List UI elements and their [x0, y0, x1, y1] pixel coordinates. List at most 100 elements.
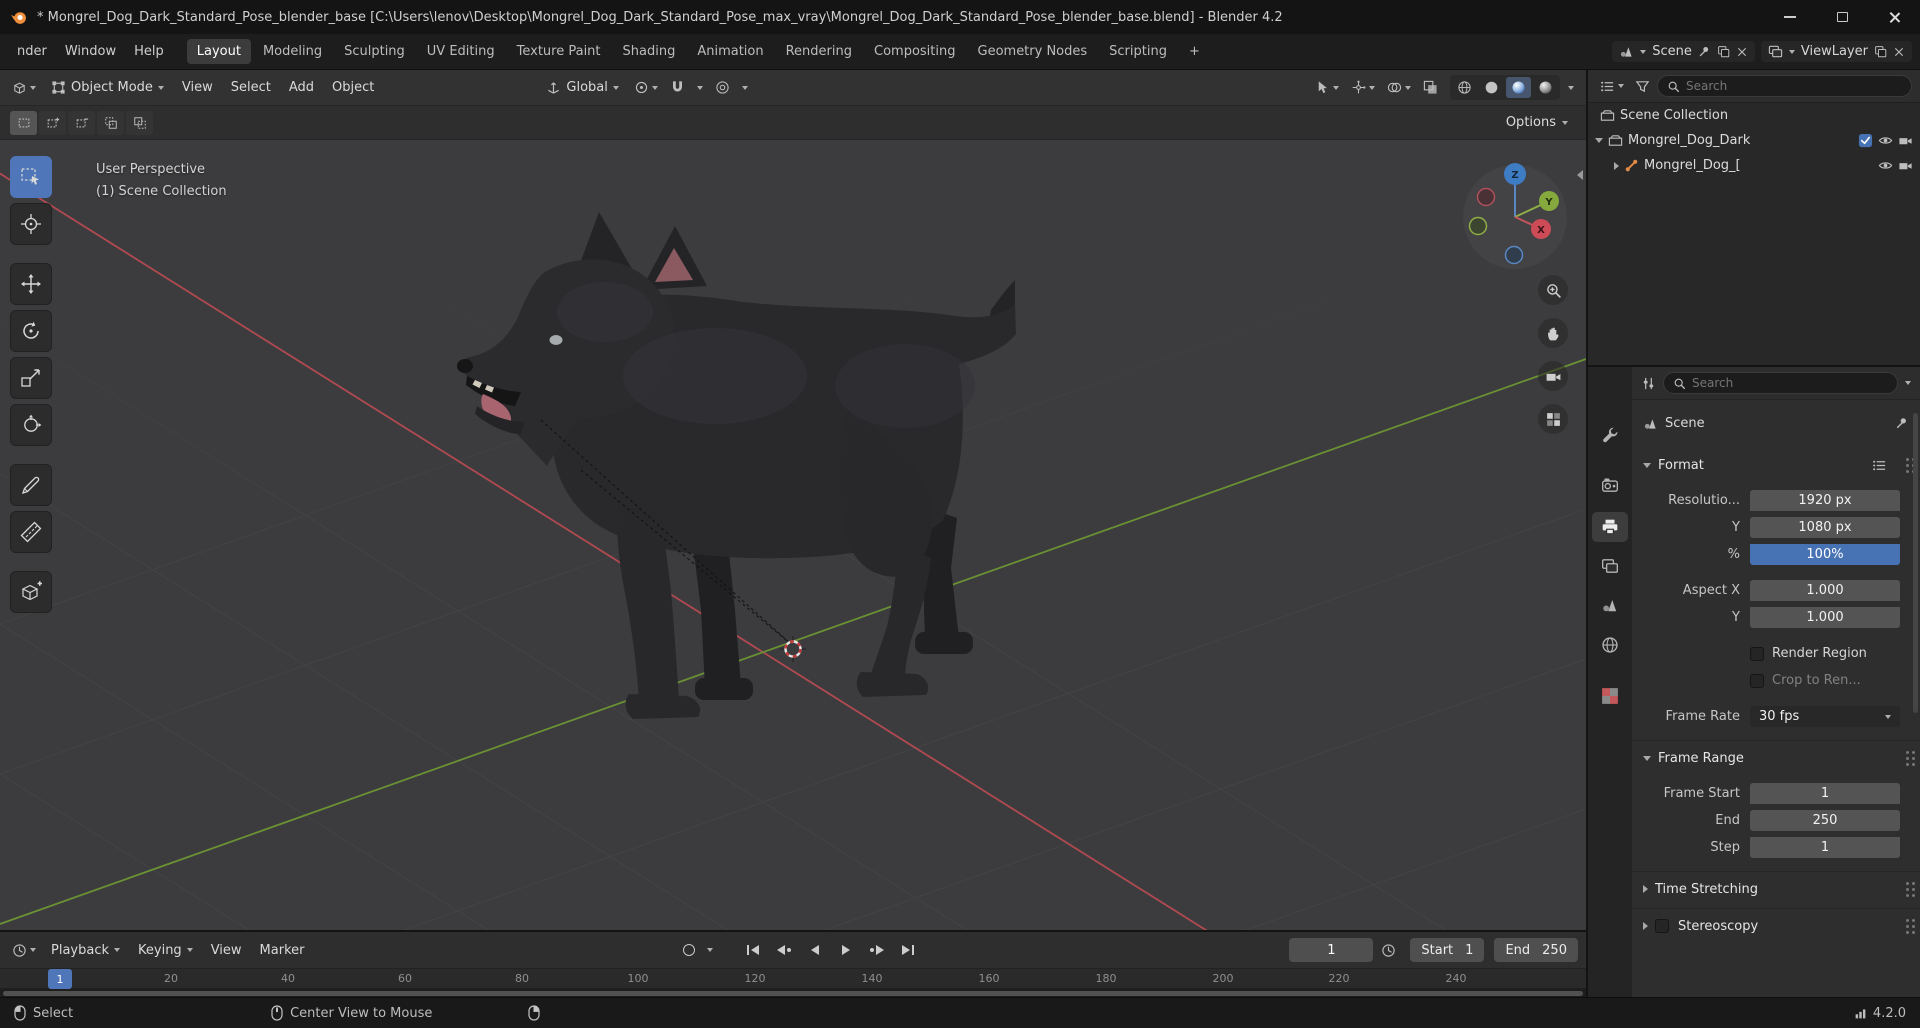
tab-output-properties[interactable]	[1592, 512, 1628, 542]
shading-rendered-button[interactable]	[1533, 77, 1558, 98]
tab-texture-properties[interactable]	[1592, 681, 1628, 711]
dog-model-3d[interactable]	[453, 208, 1016, 735]
aspect-y-field[interactable]: 1.000	[1750, 607, 1900, 628]
viewlayer-selector[interactable]: ViewLayer	[1760, 41, 1912, 62]
properties-scrollbar[interactable]	[1913, 413, 1918, 713]
timeline-editor-type-button[interactable]	[8, 939, 40, 962]
minimize-button[interactable]	[1764, 0, 1816, 34]
tab-rendering[interactable]: Rendering	[776, 39, 862, 64]
play-button[interactable]	[832, 939, 859, 962]
maximize-button[interactable]	[1816, 0, 1868, 34]
camera-view-button[interactable]	[1538, 361, 1568, 391]
tab-tool-properties[interactable]	[1592, 420, 1628, 450]
tool-add-cube[interactable]	[10, 571, 52, 613]
tool-rotate[interactable]	[10, 310, 52, 352]
frame-start-field[interactable]: Start 1	[1410, 938, 1485, 962]
tool-box-select[interactable]	[10, 156, 52, 198]
resolution-pct-slider[interactable]: 100%	[1750, 544, 1900, 565]
outliner-row-collection[interactable]: Mongrel_Dog_Dark	[1588, 128, 1920, 153]
properties-search[interactable]	[1663, 372, 1898, 394]
presets-icon[interactable]	[1872, 458, 1887, 473]
crop-checkbox[interactable]	[1750, 673, 1764, 688]
navigation-gizmo[interactable]: Z Y X	[1460, 162, 1570, 272]
menu-object[interactable]: Object	[325, 76, 381, 99]
menu-view[interactable]: View	[175, 76, 220, 99]
tab-scene-properties[interactable]	[1592, 590, 1628, 620]
menu-view-timeline[interactable]: View	[204, 939, 249, 962]
object-visibility-dropdown[interactable]	[1311, 76, 1343, 99]
menu-select[interactable]: Select	[224, 76, 278, 99]
close-button[interactable]	[1868, 0, 1920, 34]
auto-keying-dropdown[interactable]	[703, 944, 717, 956]
chevron-down-icon[interactable]	[1905, 381, 1911, 385]
tab-modeling[interactable]: Modeling	[253, 39, 332, 64]
shading-settings-dropdown[interactable]	[1564, 82, 1578, 94]
tab-world-properties[interactable]	[1592, 630, 1628, 660]
outliner-search[interactable]	[1657, 75, 1912, 97]
tab-shading[interactable]: Shading	[613, 39, 686, 64]
proportional-editing-toggle[interactable]	[711, 76, 734, 99]
prev-keyframe-button[interactable]	[770, 939, 797, 962]
axis-neg-x-ball[interactable]	[1476, 187, 1496, 207]
tool-measure[interactable]	[10, 511, 52, 553]
transform-orientation-dropdown[interactable]: Global	[539, 76, 625, 99]
filter-icon[interactable]	[1635, 79, 1650, 94]
play-reverse-button[interactable]	[801, 939, 828, 962]
remove-viewlayer-icon[interactable]	[1893, 46, 1905, 58]
mode-dropdown[interactable]: Object Mode	[44, 76, 171, 99]
panel-grip-icon[interactable]	[1906, 887, 1909, 891]
pan-button[interactable]	[1538, 318, 1568, 348]
camera-render-icon[interactable]	[1898, 133, 1913, 148]
timeline-scrollbar[interactable]	[3, 991, 1583, 996]
sidebar-collapse-arrow-icon[interactable]	[1577, 170, 1583, 180]
stereoscopy-panel-header[interactable]: Stereoscopy	[1632, 913, 1920, 939]
select-invert-button[interactable]	[97, 110, 124, 135]
tool-scale[interactable]	[10, 357, 52, 399]
panel-grip-icon[interactable]	[1906, 924, 1909, 928]
pivot-point-dropdown[interactable]	[630, 76, 662, 99]
jump-to-start-button[interactable]	[739, 939, 766, 962]
resolution-x-field[interactable]: 1920 px	[1750, 490, 1900, 511]
pin-icon[interactable]	[1698, 45, 1711, 58]
axis-neg-y-ball[interactable]	[1468, 216, 1488, 236]
tool-transform[interactable]	[10, 404, 52, 446]
tab-geometry-nodes[interactable]: Geometry Nodes	[968, 39, 1098, 64]
tab-animation[interactable]: Animation	[687, 39, 773, 64]
format-panel-header[interactable]: Format	[1632, 452, 1920, 478]
menu-help[interactable]: Help	[125, 40, 173, 63]
aspect-x-field[interactable]: 1.000	[1750, 580, 1900, 601]
tab-scripting[interactable]: Scripting	[1099, 39, 1177, 64]
menu-keying[interactable]: Keying	[131, 939, 200, 962]
snap-toggle[interactable]	[666, 76, 689, 99]
add-workspace-button[interactable]: +	[1179, 39, 1210, 64]
preview-range-toggle[interactable]	[1377, 939, 1400, 962]
frame-range-panel-header[interactable]: Frame Range	[1632, 745, 1920, 771]
properties-search-input[interactable]	[1692, 376, 1888, 390]
axis-neg-z-ball[interactable]	[1504, 245, 1524, 265]
show-gizmo-toggle[interactable]	[1347, 76, 1379, 99]
tab-sculpting[interactable]: Sculpting	[334, 39, 415, 64]
pin-icon[interactable]	[1895, 416, 1909, 430]
frame-end-field[interactable]: 250	[1750, 810, 1900, 831]
tab-texture-paint[interactable]: Texture Paint	[507, 39, 611, 64]
tab-viewlayer-properties[interactable]	[1592, 551, 1628, 581]
camera-render-icon[interactable]	[1898, 158, 1913, 173]
menu-add[interactable]: Add	[282, 76, 321, 99]
eye-icon[interactable]	[1878, 133, 1893, 148]
show-overlays-toggle[interactable]	[1383, 76, 1415, 99]
current-frame-field[interactable]: 1	[1289, 938, 1374, 962]
tool-cursor[interactable]	[10, 203, 52, 245]
new-scene-icon[interactable]	[1717, 45, 1730, 58]
next-keyframe-button[interactable]	[863, 939, 890, 962]
tool-move[interactable]	[10, 263, 52, 305]
shading-wireframe-button[interactable]	[1452, 77, 1477, 98]
tool-annotate[interactable]	[10, 464, 52, 506]
eye-icon[interactable]	[1878, 158, 1893, 173]
proportional-falloff-dropdown[interactable]	[738, 82, 752, 94]
tab-render-properties[interactable]	[1592, 470, 1628, 500]
close-scene-icon[interactable]	[1736, 46, 1748, 58]
playhead[interactable]: 1	[48, 969, 72, 989]
tab-uv-editing[interactable]: UV Editing	[417, 39, 505, 64]
select-extend-button[interactable]	[39, 110, 66, 135]
new-viewlayer-icon[interactable]	[1874, 45, 1887, 58]
